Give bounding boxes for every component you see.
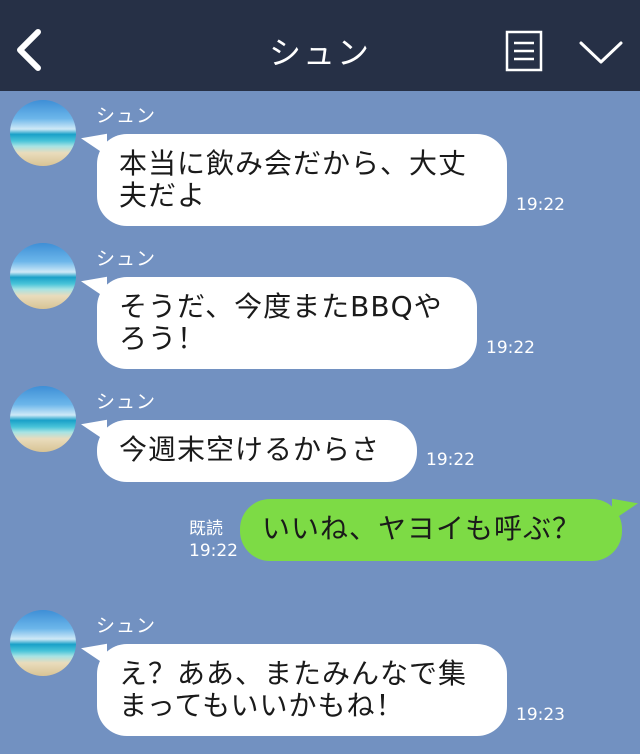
- message-line: 今週末空けるからさ: [119, 433, 381, 466]
- read-status: 既読 19:22: [189, 518, 238, 562]
- message-bubble[interactable]: 本当に飲み会だから、大丈 夫だよ: [97, 134, 507, 226]
- sender-name: シュン: [96, 615, 157, 637]
- read-label: 既読: [189, 519, 223, 539]
- chevron-down-icon[interactable]: [578, 38, 624, 66]
- sender-name: シュン: [96, 391, 157, 413]
- chat-title: シュン: [268, 34, 371, 72]
- message-line: いいね、ヤヨイも呼ぶ？: [262, 512, 582, 545]
- avatar[interactable]: [10, 100, 76, 166]
- avatar[interactable]: [10, 610, 76, 676]
- message-line: 本当に飲み会だから、大丈: [119, 147, 468, 180]
- memo-list-icon[interactable]: [505, 30, 543, 72]
- avatar[interactable]: [10, 386, 76, 452]
- message-bubble-outgoing[interactable]: いいね、ヤヨイも呼ぶ？: [240, 499, 622, 561]
- avatar[interactable]: [10, 243, 76, 309]
- message-time: 19:22: [189, 541, 238, 561]
- message-line: まってもいいかもね！: [119, 689, 405, 722]
- message-bubble[interactable]: 今週末空けるからさ: [97, 420, 417, 482]
- sender-name: シュン: [96, 248, 157, 270]
- message-line: ろう！: [119, 322, 207, 355]
- message-line: そうだ、今度またBBQや: [119, 290, 443, 323]
- message-time: 19:23: [516, 705, 565, 725]
- chat-header: シュン: [0, 0, 640, 91]
- message-bubble[interactable]: そうだ、今度またBBQや ろう！: [97, 277, 477, 369]
- message-time: 19:22: [516, 195, 565, 215]
- message-bubble[interactable]: え？ああ、またみんなで集 まってもいいかもね！: [97, 644, 507, 736]
- sender-name: シュン: [96, 105, 157, 127]
- message-time: 19:22: [486, 338, 535, 358]
- message-line: 夫だよ: [119, 179, 207, 212]
- message-time: 19:22: [426, 450, 475, 470]
- message-line: え？ああ、またみんなで集: [119, 657, 468, 690]
